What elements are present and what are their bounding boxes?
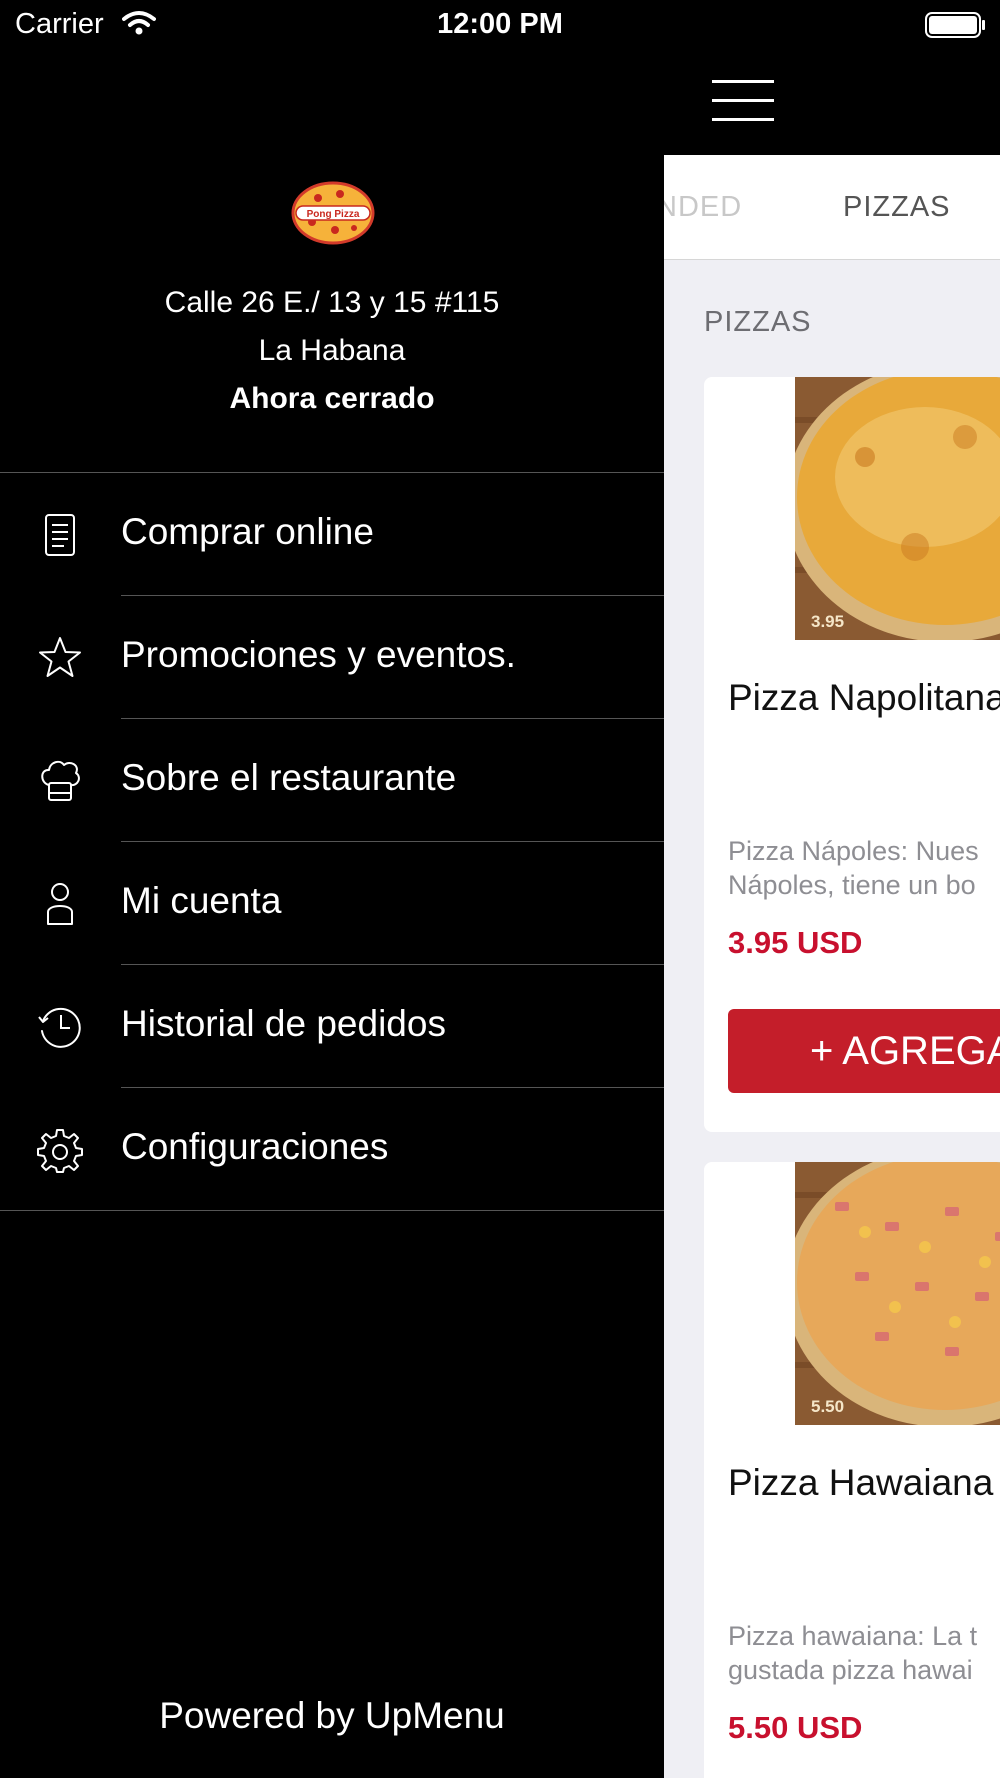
navigation-drawer: Pong Pizza Calle 26 E./ 13 y 15 #115 La … [0,50,664,1778]
product-image-napolitana: 3.95 [795,377,1000,640]
product-card-hawaiana[interactable]: 5.50 Pizza Hawaiana Pizza hawaiana: La t… [704,1162,1000,1778]
menu-item-sobre-restaurante[interactable]: Sobre el restaurante [0,719,664,842]
clock-history-icon [38,1007,81,1048]
product-description-line2: gustada pizza hawai [728,1655,973,1685]
add-to-cart-button[interactable]: + AGREGA [728,1009,1000,1093]
menu-item-historial-pedidos[interactable]: Historial de pedidos [0,965,664,1088]
hamburger-menu-button[interactable] [712,78,778,122]
menu-item-label: Comprar online [121,511,374,552]
category-tab-bar: NDED PIZZAS [664,155,1000,260]
product-description-line1: Pizza Nápoles: Nues [728,836,979,866]
product-name: Pizza Hawaiana [728,1462,994,1503]
powered-by-label: Powered by UpMenu [159,1695,505,1736]
menu-item-label: Sobre el restaurante [121,757,457,798]
open-status: Ahora cerrado [229,382,435,415]
menu-item-configuraciones[interactable]: Configuraciones [0,1088,664,1211]
product-card-napolitana[interactable]: 3.95 Pizza Napolitana Pizza Nápoles: Nue… [704,377,1000,1132]
tab-pizzas[interactable]: PIZZAS [843,191,951,224]
gear-icon [37,1129,83,1173]
menu-content-panel: NDED PIZZAS PIZZAS 3.95 Pizza Napolitana… [664,155,1000,1778]
document-icon [45,514,75,556]
section-title: PIZZAS [704,306,812,338]
menu-item-promociones[interactable]: Promociones y eventos. [0,596,664,719]
image-price-tag: 5.50 [811,1397,845,1416]
product-description-line1: Pizza hawaiana: La t [728,1621,978,1651]
image-price-tag: 3.95 [811,612,845,631]
address-line2: La Habana [258,334,406,367]
menu-item-label: Mi cuenta [121,880,282,921]
restaurant-logo: Pong Pizza [291,181,375,245]
product-image-hawaiana: 5.50 [795,1162,1000,1425]
product-description-line2: Nápoles, tiene un bo [728,870,976,900]
user-icon [47,883,73,925]
menu-item-comprar-online[interactable]: Comprar online [0,473,664,596]
tab-previous-category[interactable]: NDED [664,191,742,224]
chef-hat-icon [41,760,80,801]
menu-item-label: Promociones y eventos. [121,634,516,675]
product-name: Pizza Napolitana [728,677,1000,718]
logo-text: Pong Pizza [307,209,360,220]
menu-bottom-divider [0,1210,664,1211]
clock: 12:00 PM [437,8,563,40]
product-price: 5.50 USD [728,1710,863,1745]
menu-item-label: Configuraciones [121,1126,389,1167]
menu-item-mi-cuenta[interactable]: Mi cuenta [0,842,664,965]
product-price: 3.95 USD [728,925,863,960]
battery-icon [925,12,985,38]
menu-item-label: Historial de pedidos [121,1003,446,1044]
status-bar: Carrier 12:00 PM [0,0,1000,50]
address-line1: Calle 26 E./ 13 y 15 #115 [164,286,500,319]
star-icon [39,637,81,677]
